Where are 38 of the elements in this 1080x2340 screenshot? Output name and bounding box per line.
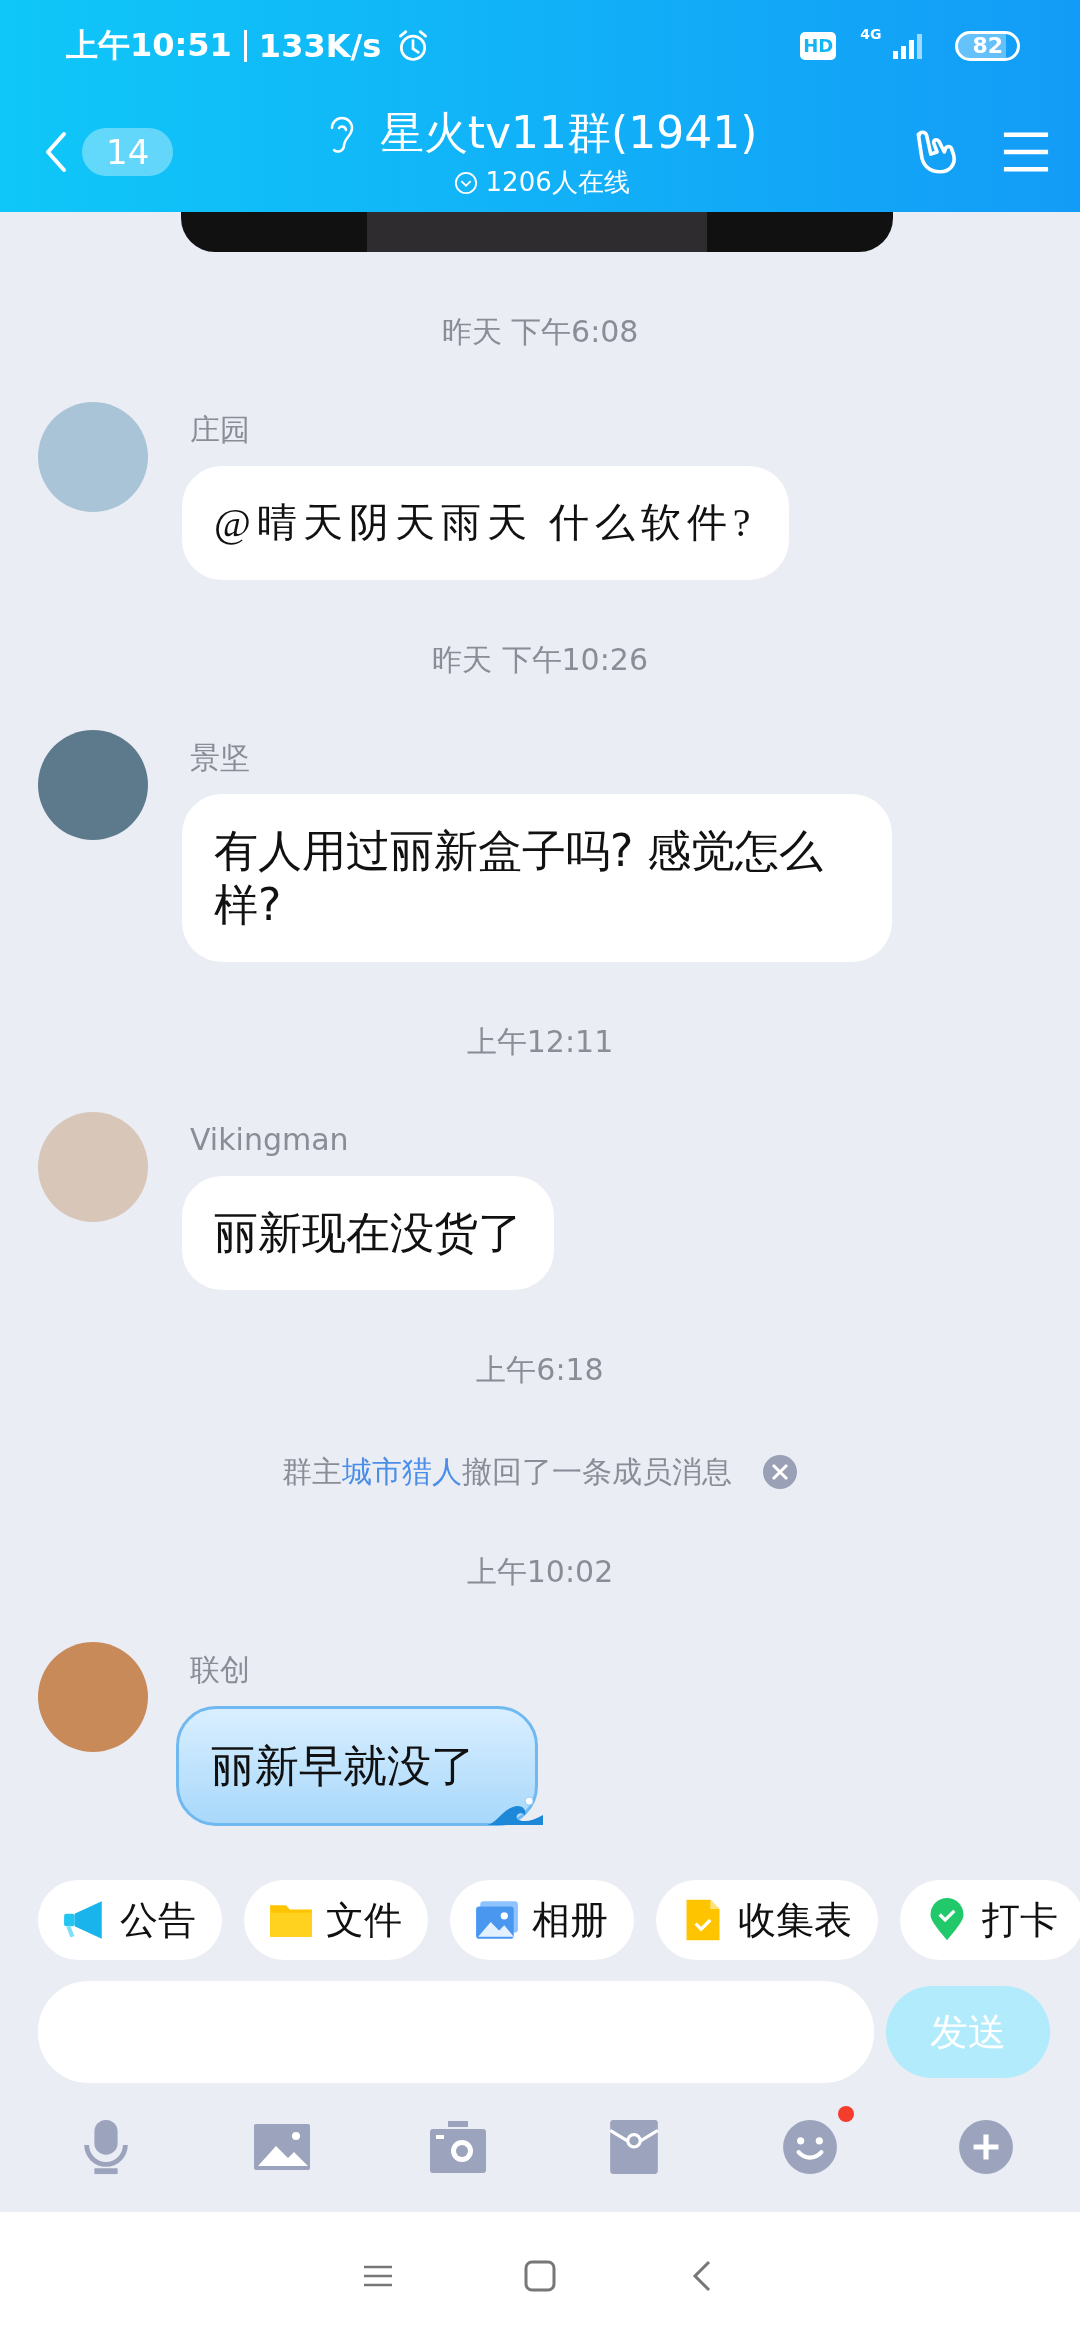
timestamp: 上午10:02: [465, 1553, 615, 1591]
shortcut-chip[interactable]: 公告: [38, 1880, 222, 1960]
shortcut-chip[interactable]: 收集表: [656, 1880, 878, 1960]
sender-name: 景坚: [190, 739, 250, 777]
hd-voice-badge: HD: [800, 32, 837, 60]
back-chevron-icon: [44, 130, 68, 174]
shortcut-chip[interactable]: 打卡: [900, 1880, 1080, 1960]
online-count: 1206人在线: [485, 166, 630, 199]
timestamp: 昨天 下午6:08: [440, 313, 640, 351]
photo-album-icon: [474, 1898, 520, 1942]
timestamp: 上午6:18: [475, 1351, 605, 1389]
battery-level: 82: [955, 31, 1020, 61]
menu-button[interactable]: [1002, 130, 1050, 174]
message-bubble: 有人用过丽新盒子吗? 感觉怎么样?: [182, 794, 892, 962]
plus-icon: [956, 2118, 1016, 2176]
status-time: 上午10:51: [66, 25, 232, 66]
sender-name: 联创: [190, 1651, 250, 1689]
shortcut-chip[interactable]: 相册: [450, 1880, 634, 1960]
recall-notice: 群主城市猎人撤回了一条成员消息: [282, 1453, 732, 1491]
close-icon[interactable]: [762, 1454, 798, 1490]
message-bubble: 丽新现在没货了: [182, 1176, 554, 1290]
network-type: 4G: [860, 26, 882, 42]
camera-icon: [428, 2118, 488, 2176]
sender-name: Vikingman: [190, 1121, 349, 1159]
unread-count-badge: 14: [82, 128, 174, 176]
group-title: 星火tv11群(1941): [379, 106, 758, 160]
home-icon[interactable]: [524, 2260, 556, 2292]
sender-name: 庄园: [190, 411, 250, 449]
video-thumbnail[interactable]: [181, 212, 893, 252]
menu-icon: [1002, 130, 1050, 174]
network-speed: 133K/s: [258, 27, 382, 65]
chevron-down-circle-icon: [453, 170, 478, 195]
status-divider: [243, 30, 247, 62]
message-bubble: @晴天阴天雨天 什么软件?: [182, 466, 789, 580]
smiley-icon: [780, 2118, 840, 2176]
shortcut-chip[interactable]: 文件: [244, 1880, 428, 1960]
timestamp: 上午12:11: [465, 1023, 615, 1061]
timestamp: 昨天 下午10:26: [431, 641, 649, 679]
